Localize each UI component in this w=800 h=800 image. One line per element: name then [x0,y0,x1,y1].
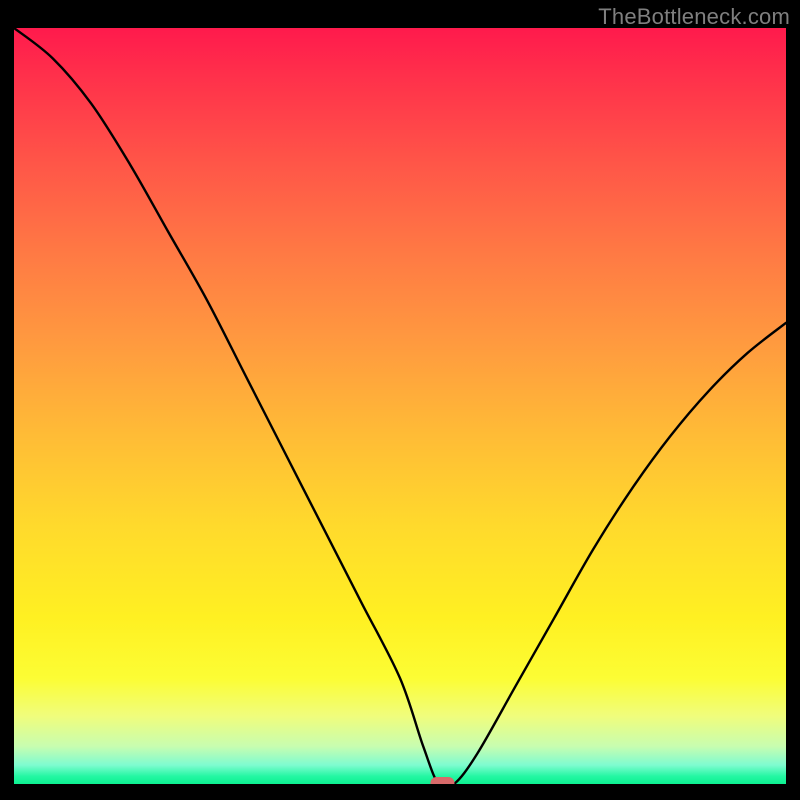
curve-layer [14,28,786,784]
plot-area [14,28,786,784]
bottleneck-curve [14,28,786,784]
watermark-text: TheBottleneck.com [598,4,790,30]
highlight-marker [430,777,454,784]
chart-frame: TheBottleneck.com [0,0,800,800]
